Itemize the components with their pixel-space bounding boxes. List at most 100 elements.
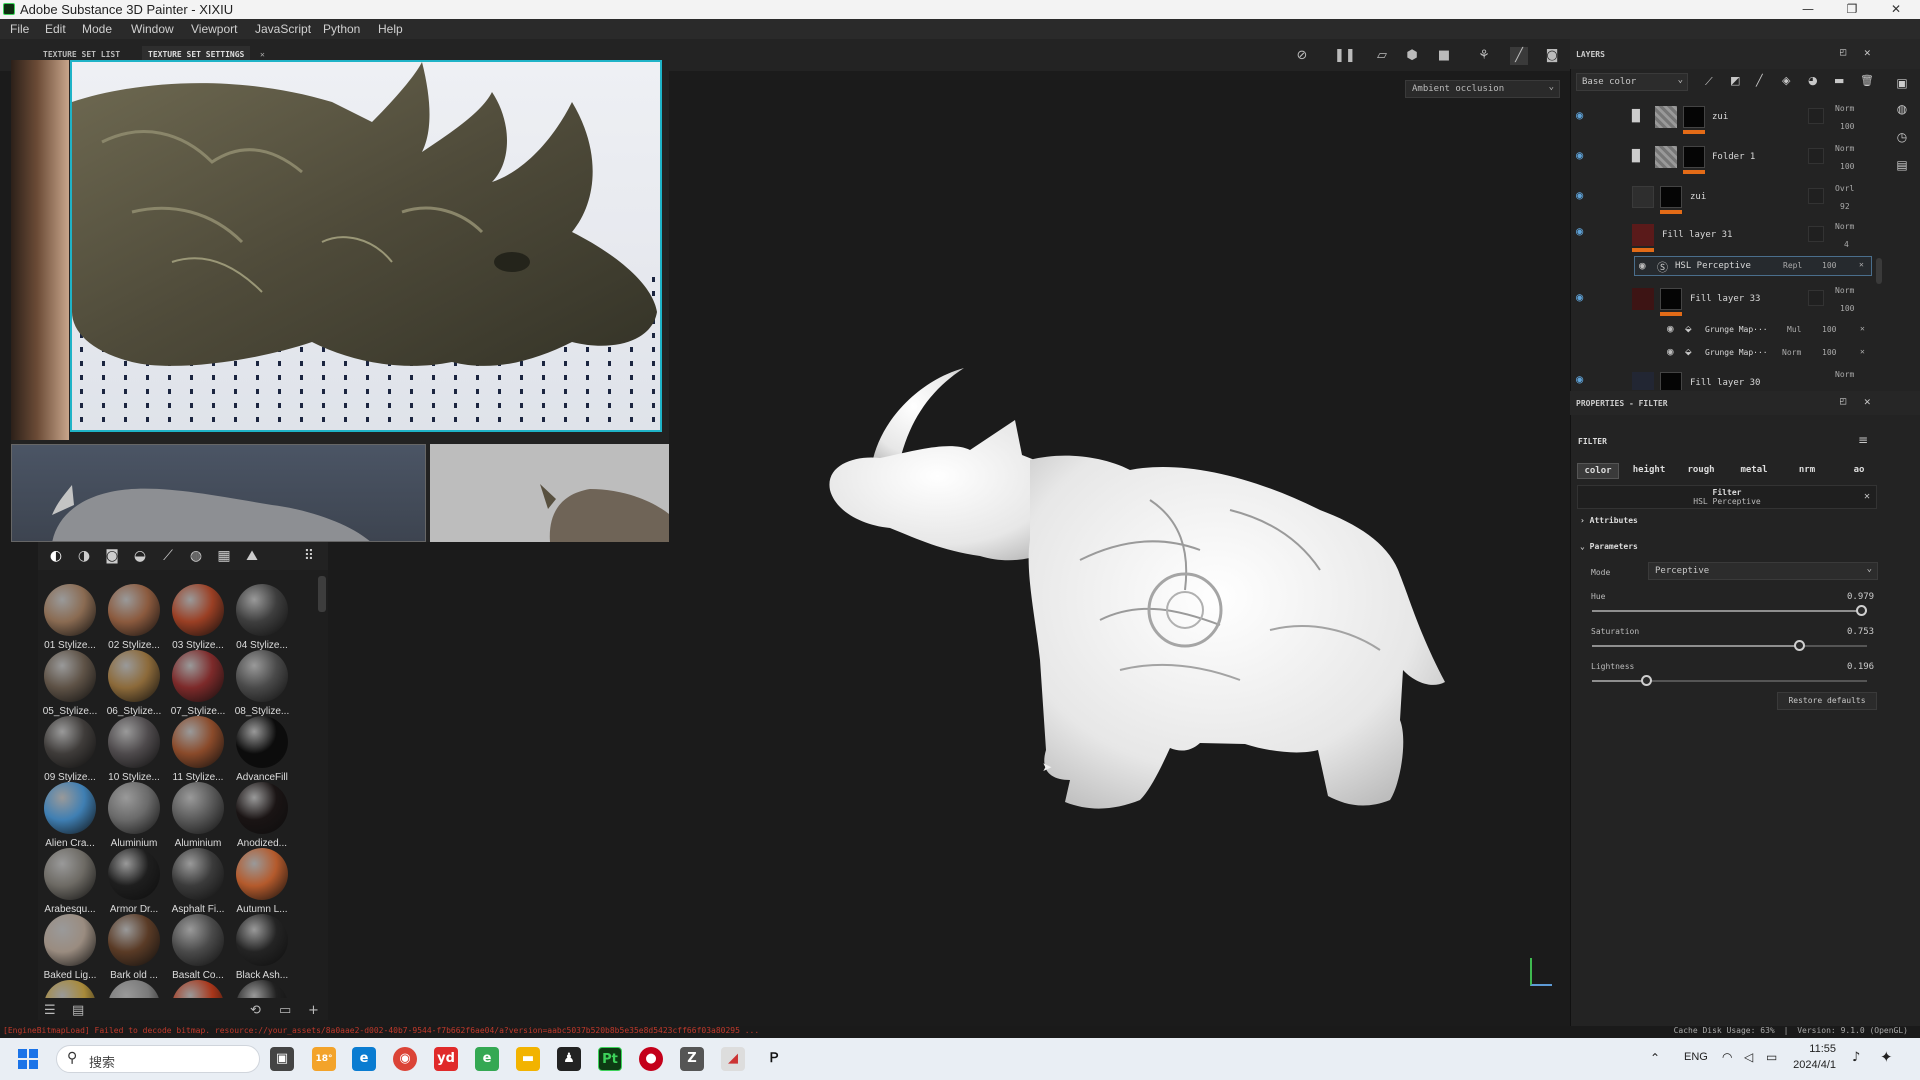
layer-mask-slot[interactable] [1808,108,1824,124]
channel-toggle-color[interactable]: color [1577,463,1619,479]
log-icon[interactable]: ▤ [1895,158,1909,172]
layer-blend-mode[interactable]: Norm [1835,222,1854,231]
tab-texture-set-list[interactable]: TEXTURE SET LIST [43,50,120,59]
slider-knob-saturation[interactable] [1794,640,1806,651]
material-tile[interactable]: Black Ash... [230,914,294,981]
effect-blend-mode[interactable]: Mul [1787,325,1801,334]
chat-app-icon[interactable]: Ｐ [762,1047,786,1071]
layer-opacity[interactable]: 100 [1840,162,1854,171]
slider-knob-lightness[interactable] [1640,675,1652,686]
layer-mask-slot[interactable] [1808,188,1824,204]
substance-painter-icon[interactable]: Pt [598,1047,622,1071]
layer-mask-slot[interactable] [1808,148,1824,164]
param-value-hue[interactable]: 0.979 [1847,592,1874,602]
visibility-eye-icon[interactable]: ◉ [1576,108,1583,122]
restore-defaults-button[interactable]: Restore defaults [1777,692,1877,710]
material-tile[interactable]: Armor Dr... [102,848,166,915]
visibility-eye-icon[interactable]: ◉ [1576,224,1583,238]
menu-mode[interactable]: Mode [82,22,112,36]
reference-thumbnail-2[interactable] [430,444,669,542]
tab-texture-set-settings[interactable]: TEXTURE SET SETTINGS [142,46,251,60]
language-indicator[interactable]: ENG [1684,1051,1708,1063]
minimize-button[interactable]: — [1788,0,1828,19]
material-tile[interactable]: Basalt Co... [166,914,230,981]
taskbar-search[interactable]: ⚲ 搜索 [56,1045,260,1073]
remove-effect-icon[interactable]: ✕ [1859,260,1864,269]
qq-icon[interactable]: ♟ [557,1047,581,1071]
green-app-icon[interactable]: e [475,1047,499,1071]
close-panel-icon[interactable]: ✕ [1864,46,1871,59]
layer-opacity[interactable]: 100 [1840,304,1854,313]
material-tile[interactable]: 01 Stylize... [38,584,102,651]
delete-layer-icon[interactable]: 🗑 [1860,74,1874,87]
undock-icon[interactable]: ◰ [1840,396,1846,407]
shelf-list-icon[interactable]: ☰ [44,1003,56,1018]
task-view-icon[interactable]: ▣ [270,1047,294,1071]
layer-row[interactable]: ◉ ▇ zui Norm 100 [1572,104,1892,140]
mode-select[interactable]: Perceptive ⌄ [1648,562,1878,580]
battery-icon[interactable]: ▭ [1766,1050,1777,1064]
material-tile[interactable]: 05_Stylize... [38,650,102,717]
layer-row[interactable]: ◉ zui Ovrl 92 [1572,184,1892,220]
view-2d-icon[interactable]: ▱ [1373,47,1391,65]
material-tile[interactable]: 02 Stylize... [102,584,166,651]
screenshot-icon[interactable]: ◙ [1543,47,1561,65]
layer-mask-slot[interactable] [1808,290,1824,306]
shelf-folder-list-icon[interactable]: ▤ [72,1003,84,1018]
layer-row[interactable]: ◉ Fill layer 33 Norm 100 [1572,286,1892,322]
channel-select[interactable]: Base color ⌄ [1576,73,1688,91]
channel-toggle-ao[interactable]: ao [1838,463,1880,479]
reference-thumbnail-1[interactable] [11,444,426,542]
material-tile[interactable]: Arabesqu... [38,848,102,915]
effect-opacity[interactable]: 100 [1822,261,1836,270]
file-explorer-icon[interactable]: ▬ [516,1047,540,1071]
material-tile[interactable]: Autumn L... [230,848,294,915]
add-mask-icon[interactable]: ◩ [1730,74,1740,87]
layer-opacity[interactable]: 4 [1844,240,1849,249]
layer-row[interactable]: ◉ Fill layer 30 Norm [1572,370,1892,390]
new-folder-icon[interactable]: ▭ [279,1003,291,1018]
symmetry-icon[interactable]: ⚘ [1475,47,1493,65]
material-tile[interactable]: 09 Stylize... [38,716,102,783]
grid-view-icon[interactable]: ⠿ [300,547,318,565]
visibility-eye-icon[interactable]: ◉ [1576,290,1583,304]
channel-toggle-nrm[interactable]: nrm [1786,463,1828,479]
layer-opacity[interactable]: 100 [1840,122,1854,131]
effect-opacity[interactable]: 100 [1822,348,1836,357]
visibility-eye-icon[interactable]: ◉ [1576,148,1583,162]
weather-icon[interactable]: 18° [312,1047,336,1071]
layer-blend-mode[interactable]: Ovrl [1835,184,1854,193]
view-3d-icon[interactable]: ⬢ [1403,47,1421,65]
undock-icon[interactable]: ◰ [1840,47,1846,58]
material-tile[interactable]: 11 Stylize... [166,716,230,783]
zbrush-icon[interactable]: Z [680,1047,704,1071]
material-tile[interactable]: Asphalt Fi... [166,848,230,915]
paint-brush-icon[interactable]: ╱ [1510,47,1528,65]
display-mode-select[interactable]: Ambient occlusion ⌄ [1405,80,1560,98]
effect-row[interactable]: ◉ ⬙ Grunge Map··· Mul 100 ✕ [1572,322,1892,340]
smart-masks-icon[interactable]: ◙ [103,547,121,565]
material-tile[interactable] [230,980,294,998]
effect-row-selected[interactable]: ◉ Ⓢ HSL Perceptive Repl 100 ✕ [1634,256,1872,276]
textures-icon[interactable]: ▦ [215,547,233,565]
add-paint-layer-icon[interactable]: ╱ [1756,74,1763,87]
tab-close-icon[interactable]: ✕ [260,50,265,59]
layer-row[interactable]: ◉ ▇ Folder 1 Norm 100 [1572,144,1892,180]
menu-python[interactable]: Python [323,22,360,36]
material-tile[interactable]: 08_Stylize... [230,650,294,717]
youdao-icon[interactable]: yd [434,1047,458,1071]
filter-resource-slot[interactable]: Filter HSL Perceptive ✕ [1577,485,1877,509]
maximize-button[interactable]: ❐ [1832,0,1872,19]
chrome-icon[interactable]: ◉ [393,1047,417,1071]
material-tile[interactable]: AdvanceFill [230,716,294,783]
material-tile[interactable]: 06_Stylize... [102,650,166,717]
parameters-section[interactable]: ⌄ Parameters [1580,542,1638,551]
menu-viewport[interactable]: Viewport [191,22,237,36]
effect-blend-mode[interactable]: Norm [1782,348,1801,357]
clock-date[interactable]: 2024/4/1 [1788,1059,1836,1071]
effect-blend-mode[interactable]: Repl [1783,261,1802,270]
material-tile[interactable] [102,980,166,998]
notification-bell-icon[interactable]: ♪ [1852,1050,1860,1065]
add-effect-icon[interactable]: ⟋ [1705,75,1713,89]
remove-effect-icon[interactable]: ✕ [1860,347,1865,356]
